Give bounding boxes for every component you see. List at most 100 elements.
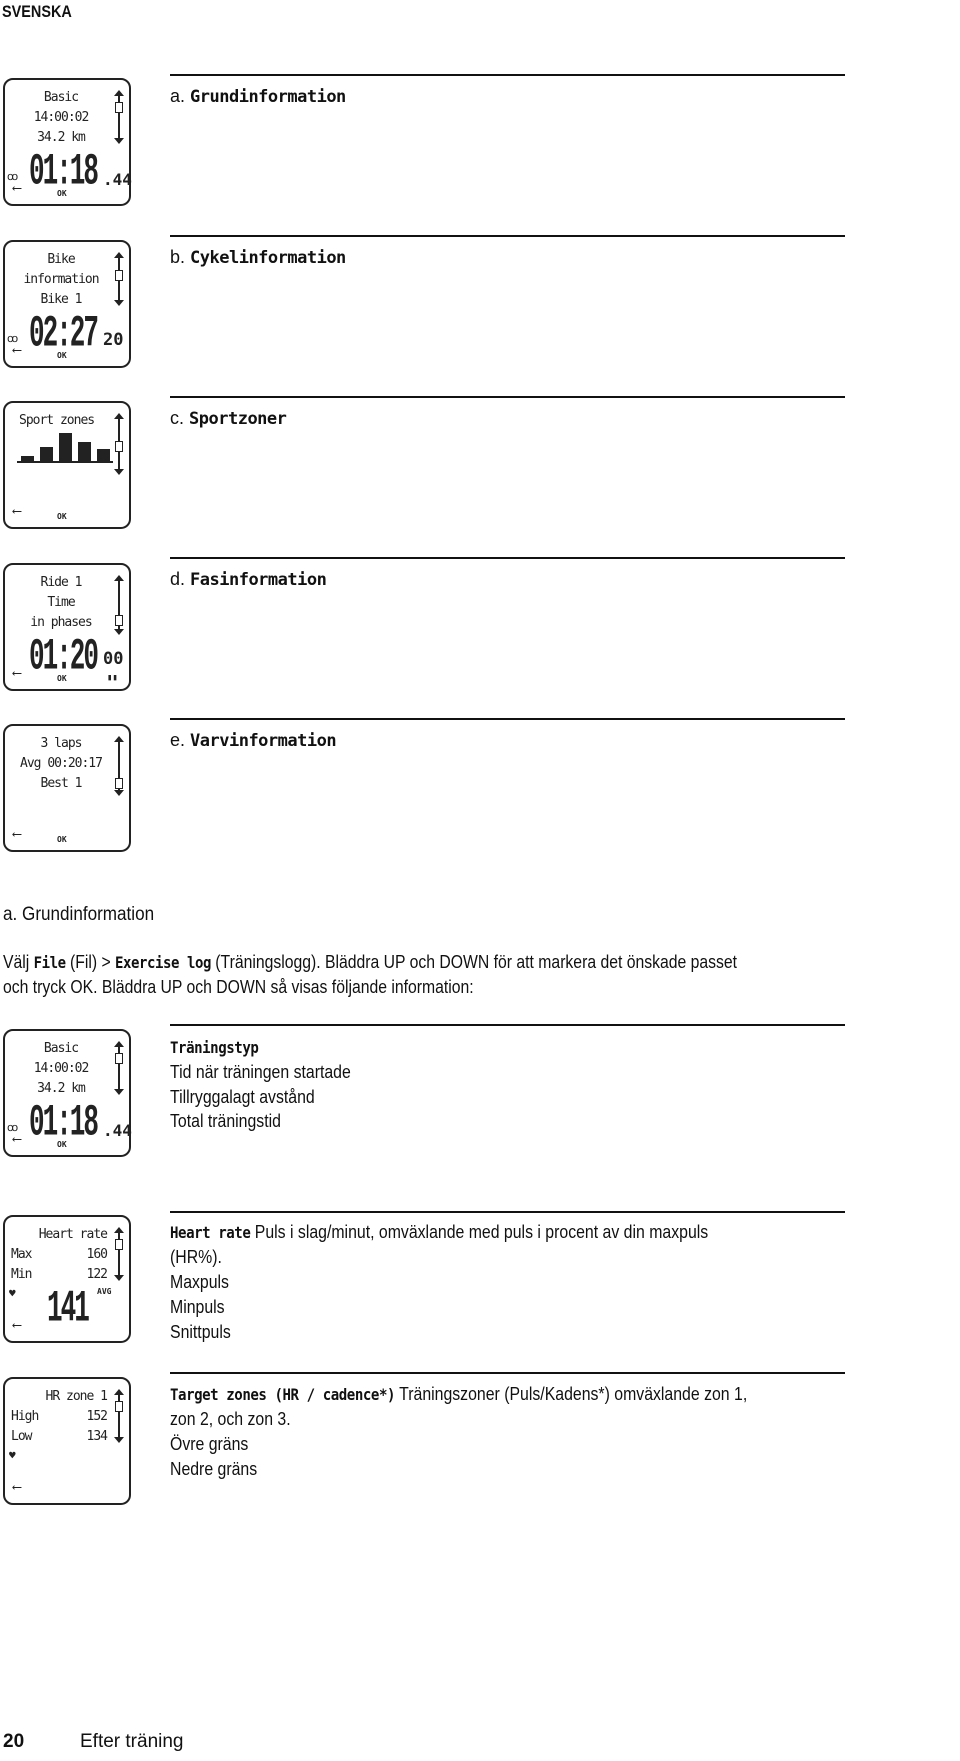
term: Heart rate xyxy=(170,1223,251,1242)
overview-heading-d: d. Fasinformation xyxy=(170,569,327,590)
back-arrow-icon: ⟵ xyxy=(13,1318,21,1333)
letter: d. xyxy=(170,569,186,589)
item-line: Tid när träningen startade xyxy=(170,1062,351,1082)
screen-value: 152 xyxy=(86,1409,109,1424)
item-line: (HR%). xyxy=(170,1247,222,1267)
screen-small-value: 00 xyxy=(103,649,124,669)
screen-line: Ride 1 xyxy=(40,575,83,590)
heart-icon: ♥ xyxy=(9,1287,16,1300)
desc: Träningszoner (Puls/Kadens*) omväxlande … xyxy=(395,1384,748,1404)
letter: b. xyxy=(170,247,186,267)
divider xyxy=(170,1211,845,1213)
chapter-title: Efter träning xyxy=(80,1731,184,1752)
screen-label: Low xyxy=(11,1429,33,1444)
back-arrow-icon: ⟵ xyxy=(13,1480,21,1495)
ok-label: OK xyxy=(57,1140,67,1149)
item-line: Total träningstid xyxy=(170,1111,281,1131)
item-term-line: Heart rate Puls i slag/minut, omväxlande… xyxy=(170,1222,708,1243)
overview-heading-b: b. Cykelinformation xyxy=(170,247,346,268)
back-arrow-icon: ⟵ xyxy=(13,1132,21,1147)
desc: Puls i slag/minut, omväxlande med puls i… xyxy=(250,1222,709,1242)
screen-value: 122 xyxy=(86,1267,109,1282)
divider xyxy=(170,557,845,559)
watch-screen-sport-zones: Sport zones ⟵ OK xyxy=(3,401,131,529)
scroll-thumb xyxy=(115,102,123,113)
divider xyxy=(170,1372,845,1374)
ok-label: OK xyxy=(57,351,67,360)
screen-line: Sport zones xyxy=(19,413,95,428)
screen-line: Heart rate xyxy=(38,1227,108,1242)
section-heading: a. Grundinformation xyxy=(3,904,155,925)
text: (Träningslogg). Bläddra UP och DOWN för … xyxy=(210,952,738,972)
scroll-thumb xyxy=(115,1053,123,1064)
overview-heading-c: c. Sportzoner xyxy=(170,408,287,429)
page-number: 20 xyxy=(3,1731,25,1752)
ok-label: OK xyxy=(57,674,67,683)
ok-label: OK xyxy=(57,835,67,844)
zone-bar xyxy=(59,433,72,461)
overview-heading-e: e. Varvinformation xyxy=(170,730,337,751)
screen-line: HR zone 1 xyxy=(45,1389,108,1404)
screen-line: 14:00:02 xyxy=(33,110,90,125)
title: Grundinformation xyxy=(190,87,346,107)
title: Fasinformation xyxy=(190,570,327,590)
text: Välj xyxy=(3,952,34,972)
screen-line: Basic xyxy=(43,1041,79,1056)
screen-line: Time xyxy=(47,595,75,610)
paragraph-line-1: Välj File (Fil) > Exercise log (Tränings… xyxy=(3,952,737,973)
term: Target zones (HR / cadence*) xyxy=(170,1385,396,1404)
screen-small-value: 20 xyxy=(103,330,124,350)
phases-icon: ▮▮ xyxy=(107,673,118,683)
item-term: Träningstyp xyxy=(170,1037,259,1058)
back-arrow-icon: ⟵ xyxy=(13,343,21,358)
screen-label: Max xyxy=(11,1247,33,1262)
screen-line: 34.2 km xyxy=(37,1081,86,1096)
title: Sportzoner xyxy=(189,409,287,429)
heart-icon: ♥ xyxy=(9,1449,16,1462)
watch-screen-laps: 3 laps Avg 00:20:17 Best 1 ⟵ OK xyxy=(3,724,131,852)
screen-line: Avg 00:20:17 xyxy=(20,756,103,771)
scroll-thumb xyxy=(115,441,123,452)
screen-small-value: .44 xyxy=(103,1121,132,1140)
screen-line: 14:00:02 xyxy=(33,1061,90,1076)
item-line: Maxpuls xyxy=(170,1272,229,1292)
screen-line: Bike 1 xyxy=(40,292,83,307)
scroll-thumb xyxy=(115,615,123,626)
letter: c. xyxy=(170,408,185,428)
screen-line: 3 laps xyxy=(40,736,83,751)
language-label: SVENSKA xyxy=(2,2,72,21)
watch-screen-hr-zone: HR zone 1 High 152 Low 134 ♥ ⟵ xyxy=(3,1377,131,1505)
screen-line: in phases xyxy=(30,615,92,630)
screen-small-value: .44 xyxy=(103,170,132,189)
back-arrow-icon: ⟵ xyxy=(13,827,21,842)
item-line: Snittpuls xyxy=(170,1322,231,1342)
divider xyxy=(170,718,845,720)
divider xyxy=(170,235,845,237)
screen-line: Best 1 xyxy=(40,776,83,791)
screen-label: Min xyxy=(11,1267,33,1282)
letter: a. xyxy=(170,86,186,106)
menu-exercise-log: Exercise log xyxy=(115,953,211,972)
watch-screen-basic: Basic 14:00:02 34.2 km 01:18 .44 ꝏ ⟵ OK xyxy=(3,78,132,206)
scroll-thumb xyxy=(115,1401,123,1412)
letter: e. xyxy=(170,730,186,750)
item-line: Minpuls xyxy=(170,1297,225,1317)
screen-big-value: 141 xyxy=(47,1283,90,1334)
zone-bar xyxy=(21,456,34,461)
screen-line: information xyxy=(23,272,99,287)
scroll-thumb xyxy=(115,270,123,281)
divider xyxy=(170,74,845,76)
item-line: Tillryggalagt avstånd xyxy=(170,1087,315,1107)
watch-screen-bike: Bike information Bike 1 02:27 20 ꝏ ⟵ OK xyxy=(3,240,131,368)
zone-bar xyxy=(40,447,53,461)
watch-screen-heart-rate: Heart rate Max 160 Min 122 141 AVG ♥ ⟵ xyxy=(3,1215,131,1343)
scroll-thumb xyxy=(115,1239,123,1250)
term: Träningstyp xyxy=(170,1038,259,1057)
overview-heading-a: a. Grundinformation xyxy=(170,86,346,107)
divider xyxy=(170,396,845,398)
ok-label: OK xyxy=(57,512,67,521)
screen-label: High xyxy=(11,1409,39,1424)
screen-line: Bike xyxy=(47,252,75,267)
screen-line: 34.2 km xyxy=(37,130,86,145)
zone-bars xyxy=(17,431,113,463)
